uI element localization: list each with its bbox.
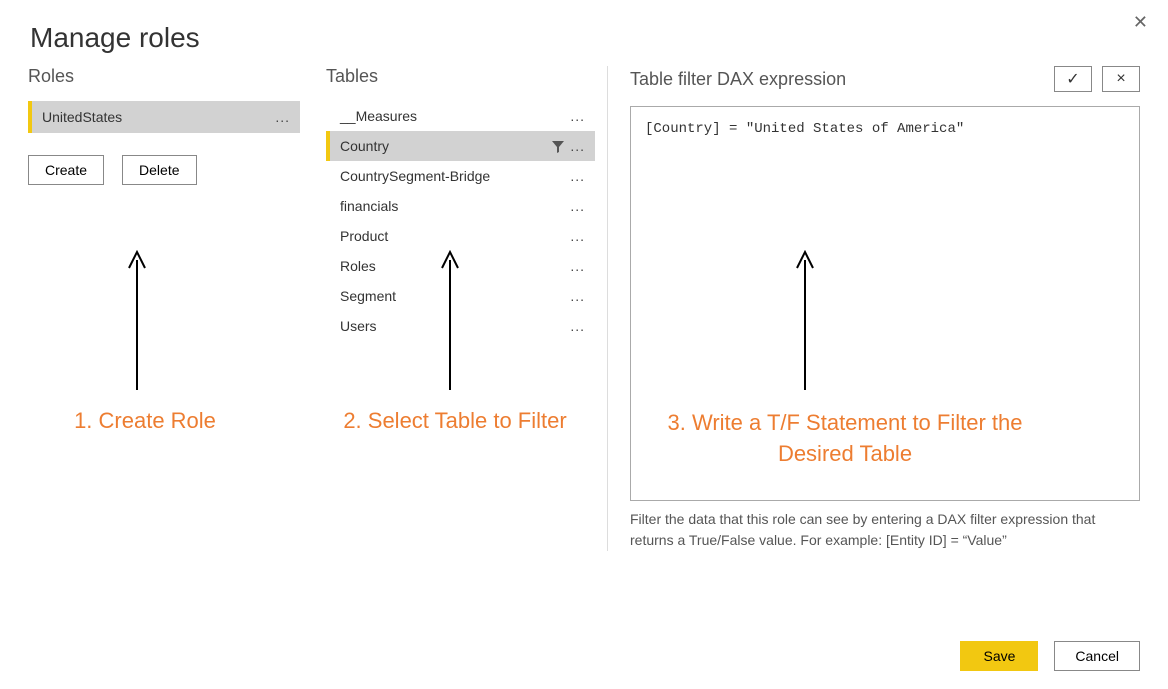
table-name: Users	[340, 318, 377, 334]
table-name: Roles	[340, 258, 376, 274]
role-item-selected[interactable]: UnitedStates ...	[28, 101, 300, 133]
dax-expression-text: [Country] = "United States of America"	[645, 121, 964, 137]
dax-section-label: Table filter DAX expression	[630, 69, 846, 90]
tables-panel: Tables __Measures ... Country ... Countr…	[318, 66, 608, 551]
table-item-selected[interactable]: Country ...	[326, 131, 595, 161]
table-item[interactable]: __Measures ...	[326, 101, 595, 131]
table-item[interactable]: Users ...	[326, 311, 595, 341]
tables-list: __Measures ... Country ... CountrySegmen…	[326, 101, 595, 341]
table-name: Product	[340, 228, 388, 244]
table-name: financials	[340, 198, 398, 214]
save-button[interactable]: Save	[960, 641, 1038, 671]
tables-section-label: Tables	[326, 66, 595, 87]
role-name: UnitedStates	[42, 109, 122, 125]
create-button[interactable]: Create	[28, 155, 104, 185]
table-item[interactable]: CountrySegment-Bridge ...	[326, 161, 595, 191]
table-item[interactable]: Roles ...	[326, 251, 595, 281]
table-more-icon[interactable]: ...	[570, 168, 585, 184]
table-more-icon[interactable]: ...	[570, 228, 585, 244]
roles-panel: Roles UnitedStates ... Create Delete	[28, 66, 318, 551]
table-item[interactable]: financials ...	[326, 191, 595, 221]
table-more-icon[interactable]: ...	[570, 258, 585, 274]
table-name: __Measures	[340, 108, 417, 124]
table-item[interactable]: Product ...	[326, 221, 595, 251]
filter-icon	[552, 140, 564, 152]
dax-expression-input[interactable]: [Country] = "United States of America"	[630, 106, 1140, 501]
accept-button[interactable]: ✓	[1054, 66, 1092, 92]
table-more-icon[interactable]: ...	[570, 108, 585, 124]
dialog-title: Manage roles	[0, 0, 1168, 66]
delete-button[interactable]: Delete	[122, 155, 196, 185]
table-item[interactable]: Segment ...	[326, 281, 595, 311]
table-more-icon[interactable]: ...	[570, 288, 585, 304]
reject-button[interactable]: ×	[1102, 66, 1140, 92]
table-more-icon[interactable]: ...	[570, 198, 585, 214]
cancel-button[interactable]: Cancel	[1054, 641, 1140, 671]
table-name: CountrySegment-Bridge	[340, 168, 490, 184]
dax-panel: Table filter DAX expression ✓ × [Country…	[608, 66, 1140, 551]
table-more-icon[interactable]: ...	[570, 318, 585, 334]
table-name: Segment	[340, 288, 396, 304]
roles-section-label: Roles	[28, 66, 300, 87]
close-icon[interactable]: ✕	[1125, 8, 1156, 37]
role-more-icon[interactable]: ...	[275, 109, 290, 125]
dax-hint-text: Filter the data that this role can see b…	[630, 509, 1140, 551]
table-name: Country	[340, 138, 389, 154]
dialog-footer: Save Cancel	[960, 641, 1140, 671]
table-more-icon[interactable]: ...	[570, 138, 585, 154]
